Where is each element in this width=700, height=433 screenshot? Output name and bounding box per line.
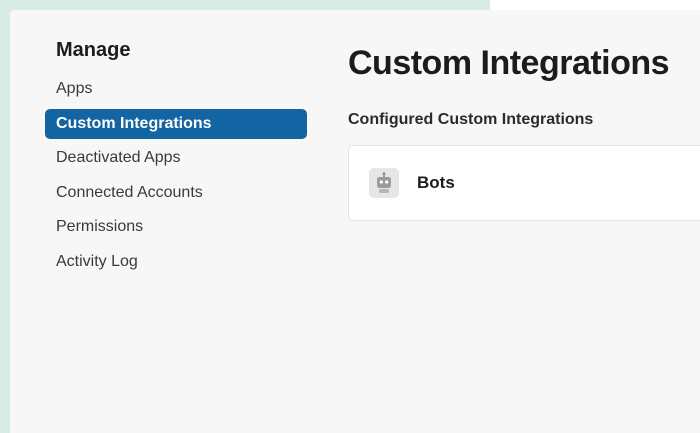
sidebar-item-permissions[interactable]: Permissions bbox=[45, 212, 307, 242]
sidebar: Manage Apps Custom Integrations Deactiva… bbox=[45, 36, 307, 281]
sidebar-heading: Manage bbox=[56, 39, 131, 61]
sidebar-item-deactivated-apps[interactable]: Deactivated Apps bbox=[45, 143, 307, 173]
sidebar-item-custom-integrations[interactable]: Custom Integrations bbox=[45, 108, 307, 139]
sidebar-item-connected-accounts[interactable]: Connected Accounts bbox=[45, 178, 307, 208]
section-label: Configured Custom Integrations bbox=[348, 111, 594, 128]
integration-card-bots[interactable]: Bots bbox=[348, 145, 700, 221]
manage-panel: Manage Apps Custom Integrations Deactiva… bbox=[10, 10, 700, 433]
top-strip bbox=[490, 0, 700, 10]
robot-icon bbox=[369, 168, 399, 198]
page-title: Custom Integrations bbox=[348, 44, 670, 82]
sidebar-item-apps[interactable]: Apps bbox=[45, 74, 307, 104]
sidebar-item-activity-log[interactable]: Activity Log bbox=[45, 247, 307, 277]
robot-icon-graphic bbox=[377, 172, 391, 193]
integration-label: Bots bbox=[417, 173, 455, 192]
main-content: Custom Integrations Configured Custom In… bbox=[348, 40, 700, 221]
